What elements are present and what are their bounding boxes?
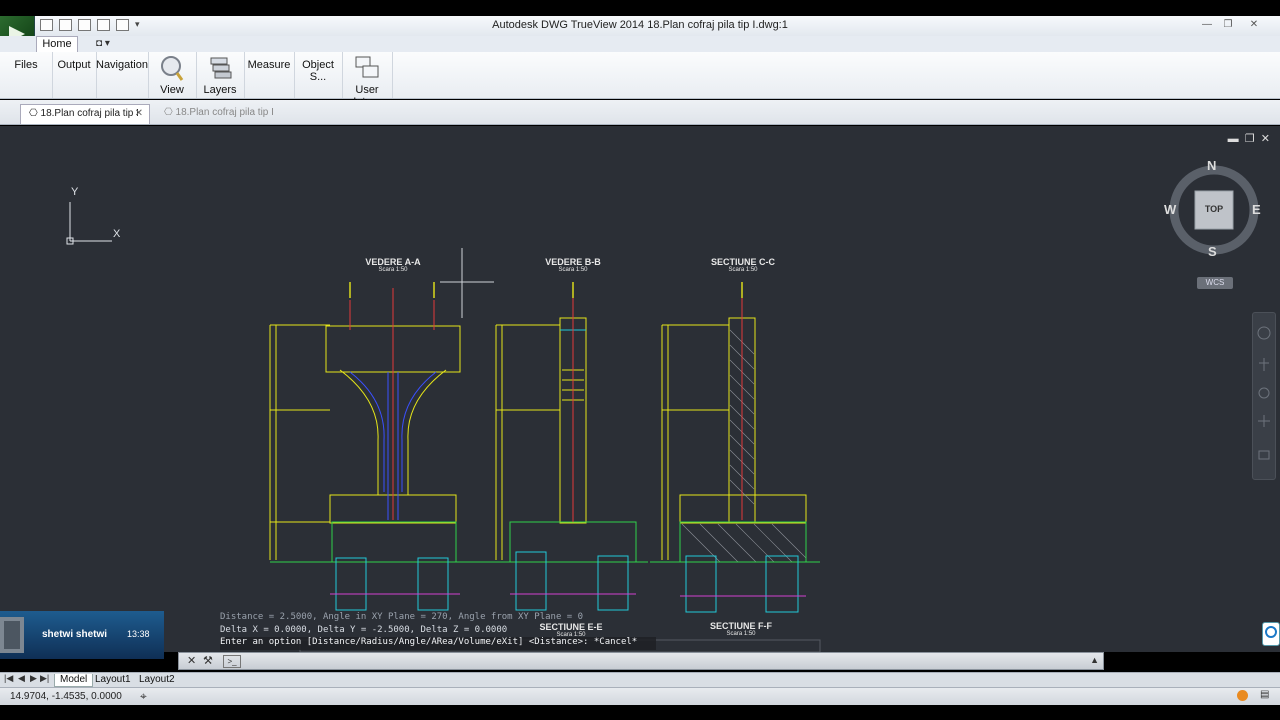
notification-time: 13:38 <box>127 629 150 639</box>
document-tab-bar: ⎔ 18.Plan cofraj pila tip I ✕ ⎔ 18.Plan … <box>0 100 1280 125</box>
view-title-c-text: SECTIUNE C-C <box>710 257 775 267</box>
title-bar: ▾ Autodesk DWG TrueView 2014 18.Plan cof… <box>0 16 1280 37</box>
close-tab-icon[interactable]: ✕ <box>135 105 143 123</box>
object-snap-label: Object S... <box>302 59 334 83</box>
view-title-f-text: SECTIUNE F-F <box>710 621 772 631</box>
view-title-c: SECTIUNE C-C Scara 1:50 <box>688 257 798 273</box>
measure-label: Measure <box>247 59 291 71</box>
customize-wrench-icon[interactable]: ⚒ <box>203 654 213 667</box>
command-input-icon[interactable]: >_ <box>223 655 241 668</box>
lock-icon: ⎔ <box>29 108 38 119</box>
user-interface-icon <box>355 56 379 78</box>
minimize-button[interactable]: — <box>1199 18 1215 32</box>
ribbon-tab-row: Home ◘ ▾ <box>0 36 1280 53</box>
layers-button[interactable]: Layers <box>196 52 245 98</box>
coordinate-readout: 14.9704, -1.4535, 0.0000 <box>10 691 122 702</box>
measure-button[interactable]: Measure <box>244 52 295 98</box>
ribbon-options-icon[interactable]: ◘ ▾ <box>96 38 110 49</box>
view-title-a-text: VEDERE A-A <box>365 257 421 267</box>
layers-stack-icon <box>210 57 232 79</box>
window-title: Autodesk DWG TrueView 2014 18.Plan cofra… <box>492 19 788 31</box>
compass-south[interactable]: S <box>1208 244 1217 259</box>
view-button[interactable]: View <box>148 52 197 98</box>
next-layout-icon[interactable]: ▶ <box>30 673 37 684</box>
files-button[interactable]: Files <box>0 52 53 98</box>
lock-icon: ⎔ <box>164 107 173 118</box>
view-magnifier-icon <box>161 56 184 81</box>
tab-layout2[interactable]: Layout2 <box>134 674 180 686</box>
view-scale-b: Scara 1:50 <box>558 267 588 273</box>
navigation-button[interactable]: Navigation <box>96 52 149 98</box>
viewcube[interactable]: N S E W TOP <box>1164 158 1262 259</box>
compass-east[interactable]: E <box>1252 202 1261 217</box>
view-title-b-text: VEDERE B-B <box>545 257 601 267</box>
ribbon-panel: Files Output Navigation View Layers Meas… <box>0 52 1280 108</box>
doc-tab-inactive[interactable]: ⎔ 18.Plan cofraj pila tip I <box>156 104 286 124</box>
command-history-line-1: Distance = 2.5000, Angle in XY Plane = 2… <box>220 612 584 622</box>
view-scale-c: Scara 1:50 <box>728 267 758 273</box>
compass-north[interactable]: N <box>1207 158 1216 173</box>
tab-home[interactable]: Home <box>36 36 78 53</box>
close-button[interactable]: ✕ <box>1246 18 1262 32</box>
files-label: Files <box>14 59 38 71</box>
last-layout-icon[interactable]: ▶| <box>40 673 49 684</box>
tab-layout1[interactable]: Layout1 <box>90 674 136 686</box>
output-button[interactable]: Output <box>52 52 97 98</box>
first-layout-icon[interactable]: |◀ <box>4 673 13 684</box>
nav-tools-icon <box>1257 326 1271 460</box>
history-up-arrow-icon[interactable]: ▲ <box>1090 655 1099 665</box>
ucs-icon: Y X <box>60 186 140 253</box>
restore-button[interactable]: ❐ <box>1220 18 1236 32</box>
wcs-menu[interactable]: WCS <box>1197 277 1233 289</box>
layout-tab-bar: |◀ ◀ ▶ ▶| Model Layout1 Layout2 <box>0 672 1280 687</box>
tab-model[interactable]: Model <box>54 674 94 687</box>
view-title-b: VEDERE B-B Scara 1:50 <box>518 257 628 273</box>
notification-sender: shetwi shetwi <box>42 629 108 640</box>
view-title-f: SECTIUNE F-F Scara 1:50 <box>686 621 796 637</box>
crosshair-toggle-icon[interactable]: ⌖ <box>140 689 147 704</box>
view-scale-a: Scara 1:50 <box>378 267 408 273</box>
close-command-icon[interactable]: ✕ <box>187 654 196 667</box>
doc-tab-active[interactable]: ⎔ 18.Plan cofraj pila tip I ✕ <box>20 104 150 124</box>
view-title-a: VEDERE A-A Scara 1:50 <box>338 257 448 273</box>
object-snap-button[interactable]: Object S... <box>294 52 343 98</box>
cad-drawing <box>269 248 821 652</box>
view-scale-f: Scara 1:50 <box>726 631 756 637</box>
doc-tab-label: 18.Plan cofraj pila tip I <box>175 107 274 118</box>
notification-bubble-icon[interactable] <box>1237 690 1248 701</box>
output-label: Output <box>57 59 91 71</box>
doc-tab-label: 18.Plan cofraj pila tip I <box>40 108 139 119</box>
navigation-label: Navigation <box>96 59 148 71</box>
command-history: Distance = 2.5000, Angle in XY Plane = 2… <box>220 612 656 652</box>
prev-layout-icon[interactable]: ◀ <box>18 673 25 684</box>
navigation-bar[interactable] <box>1252 312 1276 480</box>
view-label: View <box>160 84 184 96</box>
compass-west[interactable]: W <box>1164 202 1176 217</box>
user-interface-button[interactable]: User Inte... <box>342 52 393 108</box>
chat-notification[interactable]: shetwi shetwi 13:38 <box>0 611 164 659</box>
viewcube-face-top[interactable]: TOP <box>1195 204 1233 214</box>
layers-label: Layers <box>203 84 237 96</box>
command-history-line-2: Delta X = 0.0000, Delta Y = -2.5000, Del… <box>220 624 508 635</box>
status-menu-icon[interactable]: ▤ <box>1260 689 1269 700</box>
side-app-icon[interactable] <box>1262 622 1280 646</box>
ucs-y-label: Y <box>71 186 79 198</box>
command-prompt: Enter an option [Distance/Radius/Angle/A… <box>220 637 656 650</box>
command-line-bar[interactable]: ✕ ⚒ >_ ▲ <box>178 652 1104 670</box>
status-bar: 14.9704, -1.4535, 0.0000 ⌖ ▤ <box>0 687 1280 705</box>
avatar <box>0 617 24 653</box>
ucs-x-label: X <box>113 228 121 240</box>
